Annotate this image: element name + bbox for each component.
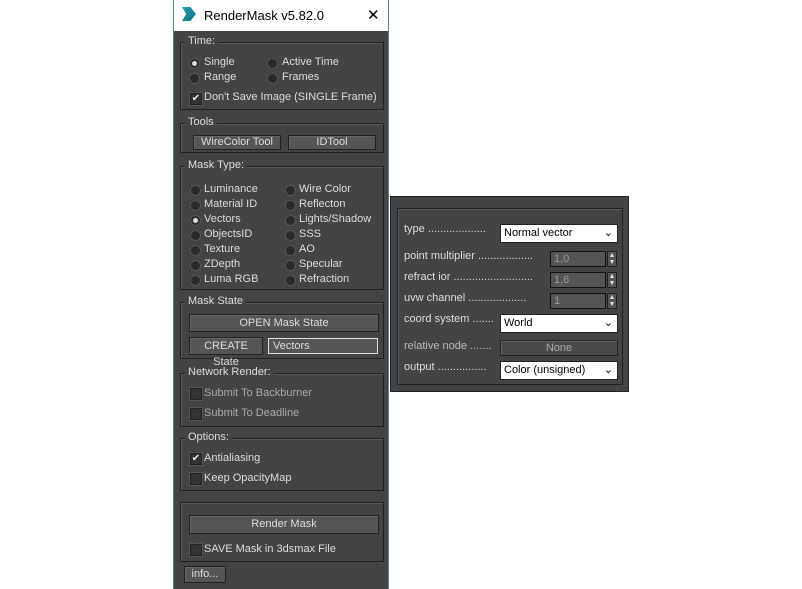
- label-reflecton: Reflecton: [299, 198, 346, 210]
- label-keep-opacity: Keep OpacityMap: [204, 472, 292, 484]
- label-texture: Texture: [204, 243, 241, 255]
- time-group: Time: Single Active Time Range Frames ✔ …: [180, 35, 384, 110]
- radio-luma-rgb[interactable]: [190, 275, 201, 286]
- tools-group: Tools WireColor Tool IDTool: [180, 116, 384, 153]
- vectors-settings-group: type ................... Normal vector ⌄ …: [397, 208, 623, 385]
- label-luminance: Luminance: [204, 183, 258, 195]
- label-wire-color: Wire Color: [299, 183, 351, 195]
- type-dropdown[interactable]: Normal vector ⌄: [500, 224, 618, 243]
- label-deadline: Submit To Deadline: [204, 407, 300, 419]
- keep-opacity-checkbox[interactable]: [190, 473, 202, 485]
- coord-system-dropdown[interactable]: World ⌄: [500, 314, 618, 333]
- uvw-channel-label: uvw channel ...................: [404, 292, 527, 304]
- save-mask-checkbox[interactable]: [190, 544, 202, 556]
- antialiasing-checkbox[interactable]: ✔: [190, 453, 202, 465]
- radio-zdepth[interactable]: [190, 260, 201, 271]
- relative-node-label: relative node .......: [404, 340, 492, 352]
- tools-label: Tools: [185, 116, 217, 128]
- label-save-mask: SAVE Mask in 3dsmax File: [204, 543, 336, 555]
- title-bar: RenderMask v5.82.0 ✕: [174, 0, 388, 31]
- radio-frames[interactable]: [267, 73, 278, 84]
- radio-material-id[interactable]: [190, 200, 201, 211]
- point-multiplier-label: point multiplier ..................: [404, 250, 533, 262]
- mask-state-group: Mask State OPEN Mask State CREATE State …: [180, 295, 384, 368]
- radio-texture[interactable]: [190, 245, 201, 256]
- coord-system-value: World: [504, 317, 533, 329]
- radio-single[interactable]: [189, 58, 200, 69]
- label-ao: AO: [299, 243, 315, 255]
- coord-system-label: coord system .......: [404, 313, 494, 325]
- radio-refraction[interactable]: [285, 275, 296, 286]
- 3dsmax-logo-icon: [182, 7, 196, 21]
- type-value: Normal vector: [504, 227, 573, 239]
- label-backburner: Submit To Backburner: [204, 387, 313, 399]
- info-button[interactable]: info...: [184, 566, 226, 583]
- options-group: Options: ✔ Antialiasing Keep OpacityMap: [180, 431, 384, 491]
- chevron-down-icon: ⌄: [603, 364, 613, 376]
- radio-range[interactable]: [189, 73, 200, 84]
- label-range: Range: [204, 71, 237, 83]
- render-group: Render Mask SAVE Mask in 3dsmax File: [180, 502, 384, 562]
- output-label: output ................: [404, 361, 487, 373]
- output-value: Color (unsigned): [504, 364, 586, 376]
- rendermask-window: RenderMask v5.82.0 ✕ Time: Single Active…: [173, 0, 389, 589]
- network-render-label: Network Render:: [185, 366, 274, 378]
- dont-save-checkbox[interactable]: ✔: [190, 93, 202, 105]
- point-multiplier-spinner[interactable]: ▲ ▼: [607, 251, 617, 267]
- relative-node-button[interactable]: None: [500, 340, 618, 356]
- point-multiplier-input[interactable]: 1,0: [550, 251, 606, 267]
- output-dropdown[interactable]: Color (unsigned) ⌄: [500, 361, 618, 380]
- mask-type-label: Mask Type:: [185, 159, 248, 171]
- close-icon[interactable]: ✕: [367, 6, 380, 24]
- label-material-id: Material ID: [204, 198, 258, 210]
- radio-objectsid[interactable]: [190, 230, 201, 241]
- options-label: Options:: [185, 431, 232, 443]
- label-antialiasing: Antialiasing: [204, 452, 261, 464]
- vectors-settings-panel: type ................... Normal vector ⌄ …: [390, 196, 629, 392]
- radio-sss[interactable]: [285, 230, 296, 241]
- mask-state-label: Mask State: [185, 295, 247, 307]
- radio-lights-shadow[interactable]: [285, 215, 296, 226]
- uvw-channel-input[interactable]: 1: [550, 293, 606, 309]
- chevron-down-icon: ⌄: [603, 317, 613, 329]
- window-title: RenderMask v5.82.0: [204, 8, 324, 23]
- uvw-channel-spinner[interactable]: ▲ ▼: [607, 293, 617, 309]
- radio-reflecton[interactable]: [285, 200, 296, 211]
- radio-wire-color[interactable]: [285, 185, 296, 196]
- label-refraction: Refraction: [299, 273, 350, 285]
- time-label: Time:: [185, 35, 219, 47]
- create-state-button[interactable]: CREATE State: [189, 337, 263, 368]
- refract-ior-spinner[interactable]: ▲ ▼: [607, 272, 617, 288]
- label-frames: Frames: [282, 71, 320, 83]
- type-label: type ...................: [404, 223, 486, 235]
- backburner-checkbox[interactable]: [190, 388, 202, 400]
- radio-specular[interactable]: [285, 260, 296, 271]
- refract-ior-label: refract ior ..........................: [404, 271, 533, 283]
- radio-luminance[interactable]: [190, 185, 201, 196]
- state-name-input[interactable]: Vectors: [268, 338, 378, 354]
- label-single: Single: [204, 56, 235, 68]
- label-specular: Specular: [299, 258, 343, 270]
- chevron-down-icon: ⌄: [603, 227, 613, 239]
- idtool-button[interactable]: IDTool: [288, 135, 376, 150]
- render-mask-button[interactable]: Render Mask: [189, 515, 379, 534]
- label-luma-rgb: Luma RGB: [204, 273, 259, 285]
- radio-vectors[interactable]: [190, 215, 201, 226]
- label-dont-save: Don't Save Image (SINGLE Frame): [204, 91, 377, 103]
- label-active-time: Active Time: [282, 56, 339, 68]
- deadline-checkbox[interactable]: [190, 408, 202, 420]
- label-sss: SSS: [299, 228, 322, 240]
- network-render-group: Network Render: Submit To Backburner Sub…: [180, 366, 384, 427]
- wirecolor-tool-button[interactable]: WireColor Tool: [193, 135, 281, 150]
- radio-ao[interactable]: [285, 245, 296, 256]
- mask-type-group: Mask Type: Luminance Material ID Vectors Ob…: [180, 159, 384, 290]
- open-mask-state-button[interactable]: OPEN Mask State: [189, 314, 379, 332]
- radio-active-time[interactable]: [267, 58, 278, 69]
- label-vectors: Vectors: [204, 213, 241, 225]
- refract-ior-input[interactable]: 1,6: [550, 272, 606, 288]
- label-lights-shadow: Lights/Shadow: [299, 213, 372, 225]
- label-objectsid: ObjectsID: [204, 228, 253, 240]
- label-zdepth: ZDepth: [204, 258, 241, 270]
